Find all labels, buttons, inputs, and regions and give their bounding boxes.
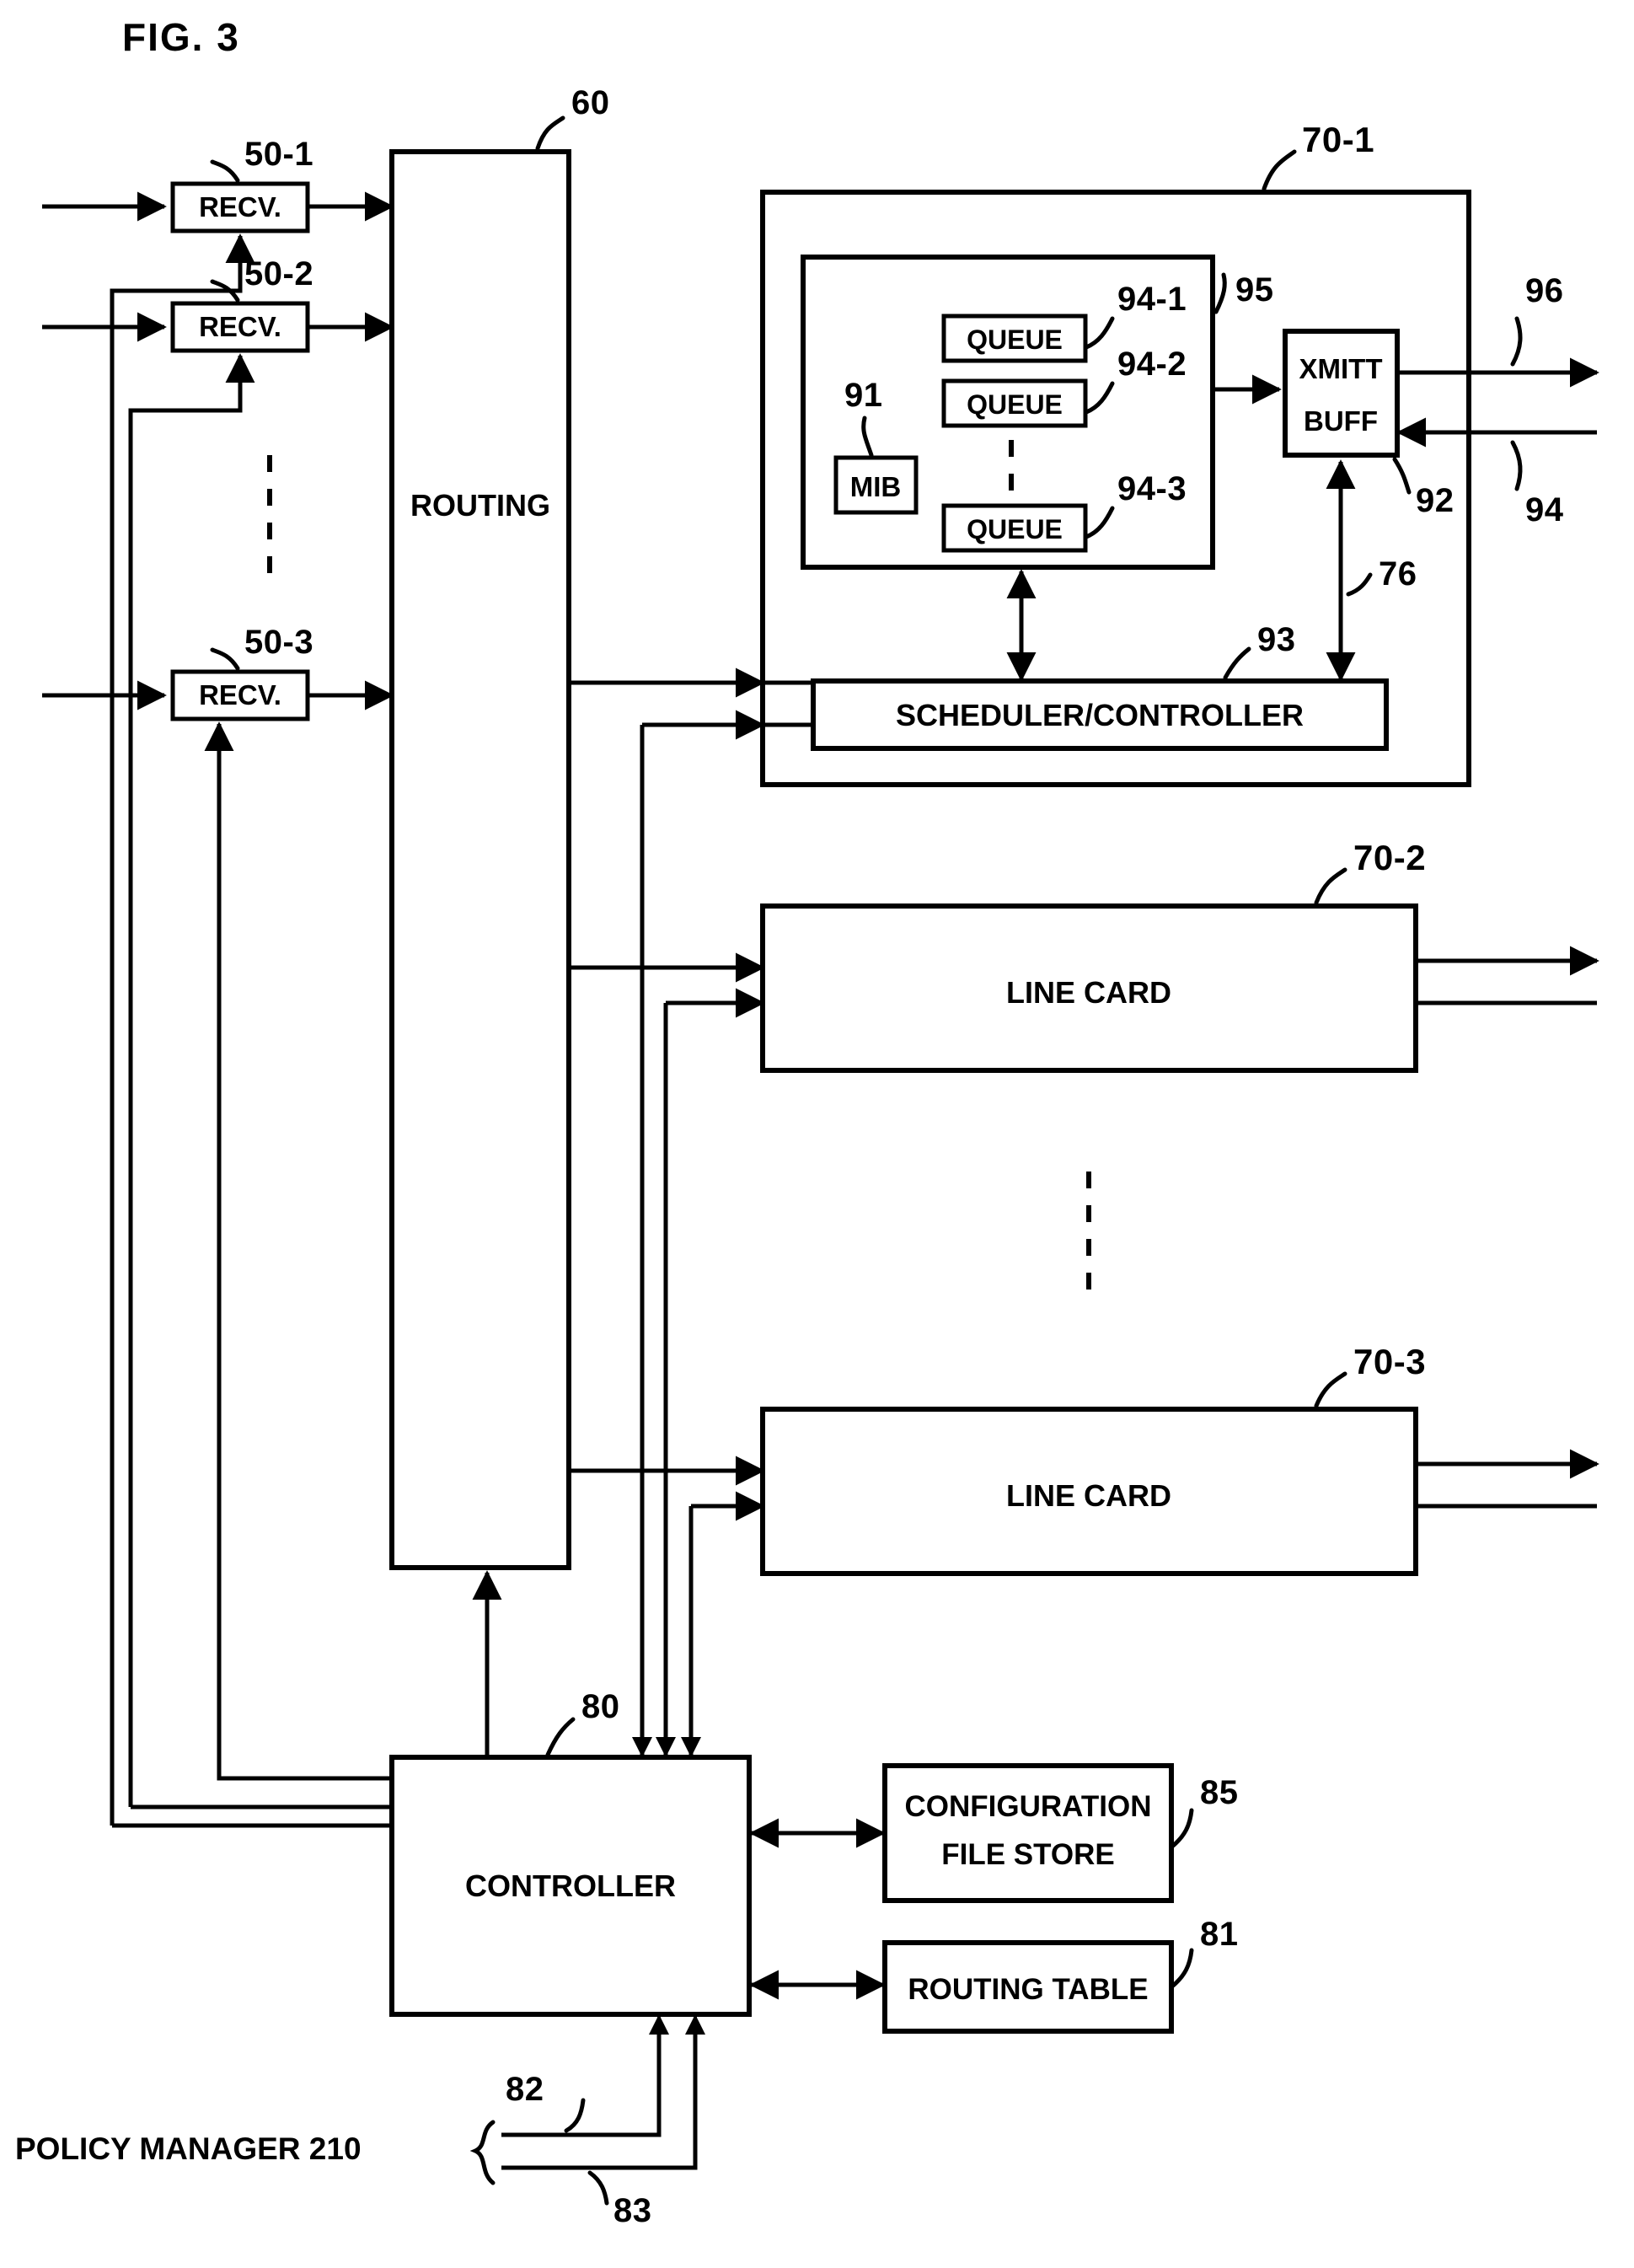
mib-label: MIB bbox=[850, 471, 902, 502]
recv-label-2: RECV. bbox=[199, 311, 281, 342]
queue-label-1: QUEUE bbox=[967, 324, 1063, 355]
policy-manager-label: POLICY MANAGER 210 bbox=[15, 2131, 362, 2166]
figure-title: FIG. 3 bbox=[122, 15, 240, 59]
leader-70-2 bbox=[1314, 867, 1347, 905]
ref-numeral-85: 85 bbox=[1200, 1774, 1239, 1811]
ref-numeral-96: 96 bbox=[1525, 272, 1564, 309]
figure-drawing: FIG. 3 RECV. 50-1 RECV. 50-2 RECV. 50-3 bbox=[15, 15, 1599, 2229]
ref-numeral-92: 92 bbox=[1416, 482, 1455, 519]
ref-numeral-94-2: 94-2 bbox=[1117, 346, 1187, 383]
queue-label-2: QUEUE bbox=[967, 389, 1063, 420]
leader-82 bbox=[564, 2098, 586, 2133]
leader-94 bbox=[1510, 440, 1523, 491]
ref-numeral-82: 82 bbox=[506, 2071, 544, 2108]
ref-numeral-70-2: 70-2 bbox=[1353, 838, 1426, 877]
queue-label-3: QUEUE bbox=[967, 514, 1063, 544]
ref-numeral-60: 60 bbox=[571, 84, 610, 121]
routing-label: ROUTING bbox=[410, 488, 550, 523]
leader-50-1 bbox=[210, 159, 240, 183]
leader-80 bbox=[545, 1717, 576, 1757]
ref-numeral-81: 81 bbox=[1200, 1916, 1239, 1953]
recv-label-1: RECV. bbox=[199, 191, 281, 223]
controller-label: CONTROLLER bbox=[465, 1869, 676, 1903]
xmitt-buff-label-line1: XMITT bbox=[1299, 353, 1383, 384]
ref-numeral-94-3: 94-3 bbox=[1117, 470, 1187, 507]
fb-wire-recv3 bbox=[217, 784, 392, 1781]
ref-numeral-80: 80 bbox=[581, 1688, 620, 1725]
leader-83 bbox=[587, 2170, 609, 2206]
leader-70-1 bbox=[1262, 149, 1297, 191]
patent-figure-canvas: FIG. 3 RECV. 50-1 RECV. 50-2 RECV. 50-3 bbox=[0, 0, 1634, 2268]
ref-numeral-50-1: 50-1 bbox=[244, 136, 313, 173]
routing-table-label: ROUTING TABLE bbox=[908, 1973, 1148, 2006]
ref-numeral-70-3: 70-3 bbox=[1353, 1342, 1426, 1381]
scheduler-controller-label: SCHEDULER/CONTROLLER bbox=[896, 698, 1304, 732]
ref-numeral-93: 93 bbox=[1257, 621, 1296, 658]
ref-numeral-76: 76 bbox=[1379, 555, 1417, 592]
leader-96 bbox=[1510, 316, 1523, 367]
leader-50-3 bbox=[210, 647, 240, 671]
ref-numeral-50-2: 50-2 bbox=[244, 255, 313, 292]
ref-numeral-70-1: 70-1 bbox=[1302, 120, 1374, 159]
ref-numeral-83: 83 bbox=[613, 2192, 652, 2229]
leader-81 bbox=[1171, 1948, 1194, 1988]
leader-85 bbox=[1171, 1808, 1194, 1848]
recv-label-3: RECV. bbox=[199, 679, 281, 710]
xmitt-buff-label-line2: BUFF bbox=[1304, 405, 1378, 437]
line-card-2-label: LINE CARD bbox=[1006, 975, 1171, 1010]
ref-numeral-95: 95 bbox=[1235, 271, 1274, 308]
fb-wire-recv2 bbox=[128, 373, 243, 1807]
config-file-store-label-line2: FILE STORE bbox=[941, 1838, 1115, 1871]
config-file-store-label-line1: CONFIGURATION bbox=[905, 1790, 1152, 1823]
ref-numeral-91: 91 bbox=[844, 377, 883, 414]
leader-70-3 bbox=[1314, 1371, 1347, 1408]
line-card-3-label: LINE CARD bbox=[1006, 1478, 1171, 1513]
leader-60 bbox=[535, 115, 565, 151]
policy-manager-brace bbox=[469, 2120, 496, 2185]
config-file-store-box bbox=[882, 1763, 1174, 1903]
ref-numeral-50-3: 50-3 bbox=[244, 624, 313, 661]
ref-numeral-94-1: 94-1 bbox=[1117, 281, 1187, 318]
ref-numeral-94: 94 bbox=[1525, 491, 1564, 528]
routing-box bbox=[389, 149, 571, 1570]
